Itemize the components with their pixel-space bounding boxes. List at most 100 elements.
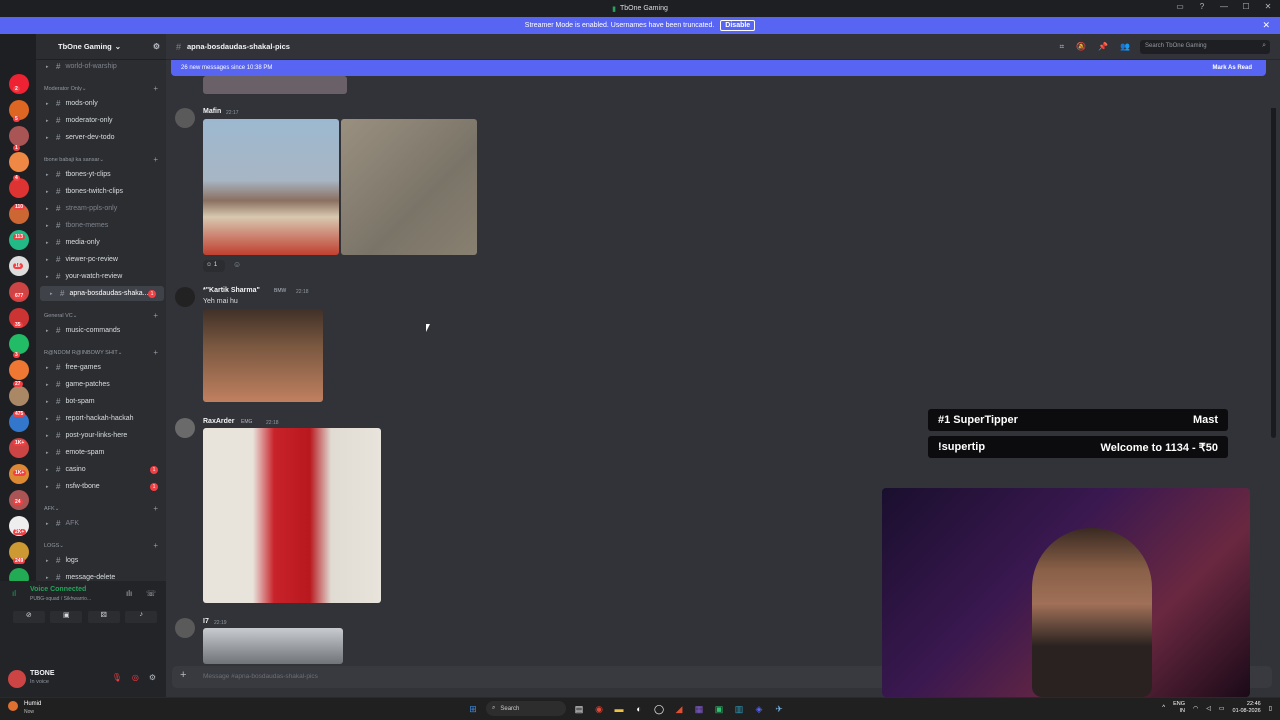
channel-item[interactable]: ▸ # report-hackah-hackah <box>36 411 166 426</box>
message-author[interactable]: RaxArder <box>203 418 235 425</box>
pinned-messages-icon[interactable]: 📌 <box>1098 42 1108 52</box>
channel-item[interactable]: ▸ # nsfw-tbone 1 <box>36 479 166 494</box>
new-messages-bar[interactable]: 26 new messages since 10:38 PM Mark As R… <box>171 60 1266 76</box>
server-icon[interactable] <box>9 152 29 172</box>
lang-code[interactable]: ENG <box>1173 701 1185 708</box>
discord-icon[interactable]: ◈ <box>752 702 766 716</box>
message-author[interactable]: I7 <box>203 618 209 625</box>
start-button-icon[interactable]: ⊞ <box>466 702 480 716</box>
voice-channel[interactable]: PUBG-squad / Sikhwarrio... <box>30 596 91 602</box>
channel-item[interactable]: ▸ # free-games <box>36 360 166 375</box>
mute-mic-icon[interactable]: 🎙 <box>112 673 122 682</box>
channel-item[interactable]: ▸ # post-your-links-here <box>36 428 166 443</box>
weather-title[interactable]: Humid <box>24 701 41 707</box>
close-window-button[interactable]: ✕ <box>1262 2 1274 11</box>
file-explorer-icon[interactable]: ▬ <box>612 702 626 716</box>
camera-button[interactable]: ⊘ <box>12 611 45 623</box>
channel-category[interactable]: AFK ⌄ + <box>36 501 166 516</box>
avatar[interactable] <box>175 618 195 638</box>
notification-bell-icon[interactable]: 🔕 <box>1076 42 1086 52</box>
channel-item[interactable]: ▸ # bot-spam <box>36 394 166 409</box>
server-icon[interactable] <box>9 386 29 406</box>
channel-item[interactable]: ▸ # moderator-only <box>36 113 166 128</box>
add-channel-icon[interactable]: + <box>153 84 158 93</box>
image-attachment[interactable] <box>203 309 323 402</box>
channel-category[interactable]: LOGS ⌄ + <box>36 538 166 553</box>
channel-item[interactable]: ▸ # server-dev-todo <box>36 130 166 145</box>
member-list-icon[interactable]: 👥 <box>1120 42 1130 52</box>
deafen-icon[interactable]: ◎ <box>132 673 139 682</box>
app-icon[interactable]: ▦ <box>692 702 706 716</box>
steam-icon[interactable]: ✈ <box>772 702 786 716</box>
add-attachment-icon[interactable]: + <box>180 669 186 681</box>
add-channel-icon[interactable]: + <box>153 155 158 164</box>
channel-item[interactable]: ▸ # viewer-pc-review <box>36 252 166 267</box>
image-attachment[interactable] <box>203 119 339 255</box>
channel-category[interactable]: General VC ⌄ + <box>36 308 166 323</box>
scrollbar-thumb[interactable] <box>1271 108 1276 128</box>
channel-item[interactable]: ▸ # tbones-yt-clips <box>36 167 166 182</box>
image-attachment[interactable] <box>203 428 381 603</box>
battery-icon[interactable]: ▭ <box>1219 705 1225 712</box>
channel-item[interactable]: ▸ # media-only <box>36 235 166 250</box>
noise-suppression-icon[interactable]: ılı <box>126 589 132 598</box>
channel-category[interactable]: R@NDOM R@INBOWY SHIT ⌄ + <box>36 345 166 360</box>
channel-item[interactable]: ▸ # emote-spam <box>36 445 166 460</box>
server-icon[interactable] <box>9 126 29 146</box>
add-member-icon[interactable]: ⚙ <box>153 42 160 51</box>
channel-item[interactable]: ▸ # tbone-memes <box>36 218 166 233</box>
add-channel-icon[interactable]: + <box>153 541 158 550</box>
channel-item[interactable]: ▸ # game-patches <box>36 377 166 392</box>
app-icon[interactable]: ◢ <box>672 702 686 716</box>
task-view-icon[interactable]: ▤ <box>572 702 586 716</box>
avatar[interactable] <box>175 418 195 438</box>
tray-chevron-icon[interactable]: ^ <box>1162 705 1165 711</box>
avatar[interactable] <box>175 287 195 307</box>
channel-item[interactable]: ▸ # AFK <box>36 516 166 531</box>
maximize-button[interactable]: ☐ <box>1240 2 1252 11</box>
guild-header[interactable]: TbOne Gaming ⌄ ⚙ <box>36 34 166 60</box>
channel-item[interactable]: ▸ # mods-only <box>36 96 166 111</box>
screen-share-button[interactable]: ▣ <box>50 611 83 623</box>
app-icon[interactable]: ▣ <box>712 702 726 716</box>
channel-item[interactable]: ▸ # your-watch-review <box>36 269 166 284</box>
image-attachment[interactable] <box>341 119 477 255</box>
server-icon[interactable] <box>9 178 29 198</box>
app-icon[interactable]: ▥ <box>732 702 746 716</box>
server-icon[interactable] <box>9 334 29 354</box>
volume-icon[interactable]: ◁ <box>1206 705 1211 712</box>
soundboard-button[interactable]: ♪ <box>125 611 158 623</box>
add-channel-icon[interactable]: + <box>153 348 158 357</box>
disable-streamer-mode-button[interactable]: Disable <box>720 20 756 31</box>
add-channel-icon[interactable]: + <box>153 311 158 320</box>
reaction-chip[interactable]: ☺ 1 <box>203 260 225 272</box>
message-author[interactable]: *"Kartik Sharma" <box>203 287 260 294</box>
channel-item[interactable]: ▸ # casino 1 <box>36 462 166 477</box>
server-icon[interactable] <box>9 360 29 380</box>
banner-close-icon[interactable]: ✕ <box>1262 20 1270 31</box>
activity-button[interactable]: ⚄ <box>87 611 120 623</box>
channel-category[interactable]: tbone babaji ka sansar ⌄ + <box>36 152 166 167</box>
app-icon[interactable]: ◐ <box>632 702 646 716</box>
notification-icon[interactable]: ▯ <box>1269 705 1272 712</box>
channel-item[interactable]: ▸ # apna-bosdaudas-shaka... 1 <box>40 286 164 301</box>
channel-item[interactable]: ▸ # music-commands <box>36 323 166 338</box>
search-input[interactable]: Search TbOne Gaming ⌕ <box>1140 40 1270 54</box>
voice-status[interactable]: Voice Connected <box>30 586 86 593</box>
channel-item[interactable]: ▸ # tbones-twitch-clips <box>36 184 166 199</box>
weather-icon[interactable] <box>8 701 18 711</box>
chrome-icon[interactable]: ◉ <box>592 702 606 716</box>
avatar[interactable] <box>8 670 26 688</box>
wifi-icon[interactable]: ◠ <box>1193 705 1198 712</box>
channel-category[interactable]: Moderator Only ⌄ + <box>36 81 166 96</box>
threads-icon[interactable]: ⌗ <box>1060 42 1065 52</box>
obs-icon[interactable]: ◯ <box>652 702 666 716</box>
channel-item[interactable]: ▸ # world-of-warship <box>36 59 166 74</box>
previous-image-attachment[interactable] <box>203 76 347 94</box>
avatar[interactable] <box>175 108 195 128</box>
disconnect-icon[interactable]: ☏ <box>146 589 156 598</box>
taskbar-search[interactable]: ⌕ Search <box>486 701 566 716</box>
image-attachment[interactable] <box>203 628 343 664</box>
message-author[interactable]: Mafin <box>203 108 221 115</box>
user-settings-icon[interactable]: ⚙ <box>149 673 156 682</box>
